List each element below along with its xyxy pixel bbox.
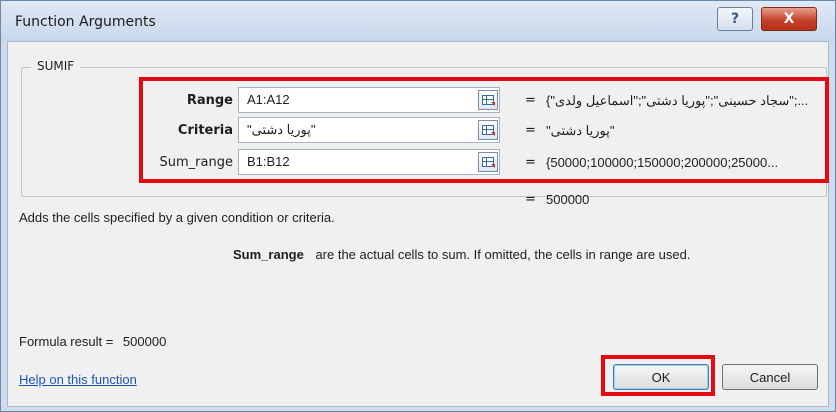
function-description: Adds the cells specified by a given cond… (19, 210, 335, 225)
sum-range-equals: = (525, 155, 536, 170)
collapse-dialog-icon (482, 157, 495, 168)
ok-button-label: OK (651, 369, 671, 385)
formula-result-value: 500000 (122, 334, 167, 349)
formula-result: Formula result = 500000 (19, 334, 166, 349)
range-equals: = (525, 93, 536, 108)
help-button[interactable]: ? (717, 7, 753, 31)
range-result: {"سجاد حسینی";"پوریا دشتی";"اسماعیل ولدی… (546, 93, 809, 108)
sum-range-input[interactable]: B1:B12 (238, 149, 500, 175)
formula-result-label: Formula result = (19, 334, 114, 349)
criteria-result: "پوریا دشتی" (546, 123, 615, 138)
criteria-input[interactable]: "پوریا دشتی" (238, 117, 500, 143)
close-button[interactable]: X (761, 7, 817, 31)
argument-help-text: are the actual cells to sum. If omitted,… (315, 247, 691, 262)
collapse-dialog-icon (482, 125, 495, 136)
function-arguments-dialog: Function Arguments ? X SUMIF Range A1:A1… (0, 0, 836, 412)
dialog-title: Function Arguments (15, 14, 156, 30)
function-result: 500000 (546, 192, 590, 207)
sum-range-input-value: B1:B12 (247, 154, 290, 169)
close-icon: X (783, 11, 795, 27)
criteria-equals: = (525, 123, 536, 138)
criteria-input-value: "پوریا دشتی" (247, 122, 316, 137)
range-label: Range (186, 93, 233, 108)
criteria-collapse-button[interactable] (478, 120, 498, 140)
cancel-button-label: Cancel (749, 369, 791, 385)
title-bar[interactable]: Function Arguments ? X (1, 1, 835, 41)
function-name: SUMIF (31, 59, 81, 73)
range-collapse-button[interactable] (478, 90, 498, 110)
help-icon: ? (730, 11, 740, 27)
range-input-value: A1:A12 (247, 92, 290, 107)
sum-range-collapse-button[interactable] (478, 152, 498, 172)
sum-range-label: Sum_range (159, 155, 233, 170)
ok-button[interactable]: OK (613, 364, 709, 390)
collapse-dialog-icon (482, 95, 495, 106)
criteria-label: Criteria (177, 123, 233, 138)
range-input[interactable]: A1:A12 (238, 87, 500, 113)
argument-help-name: Sum_range (233, 247, 304, 262)
sum-range-result: {50000;100000;150000;200000;25000... (546, 155, 779, 170)
argument-help: Sum_range are the actual cells to sum. I… (233, 247, 690, 262)
help-on-function-link[interactable]: Help on this function (19, 372, 137, 387)
cancel-button[interactable]: Cancel (722, 364, 818, 390)
function-result-equals: = (525, 192, 536, 207)
